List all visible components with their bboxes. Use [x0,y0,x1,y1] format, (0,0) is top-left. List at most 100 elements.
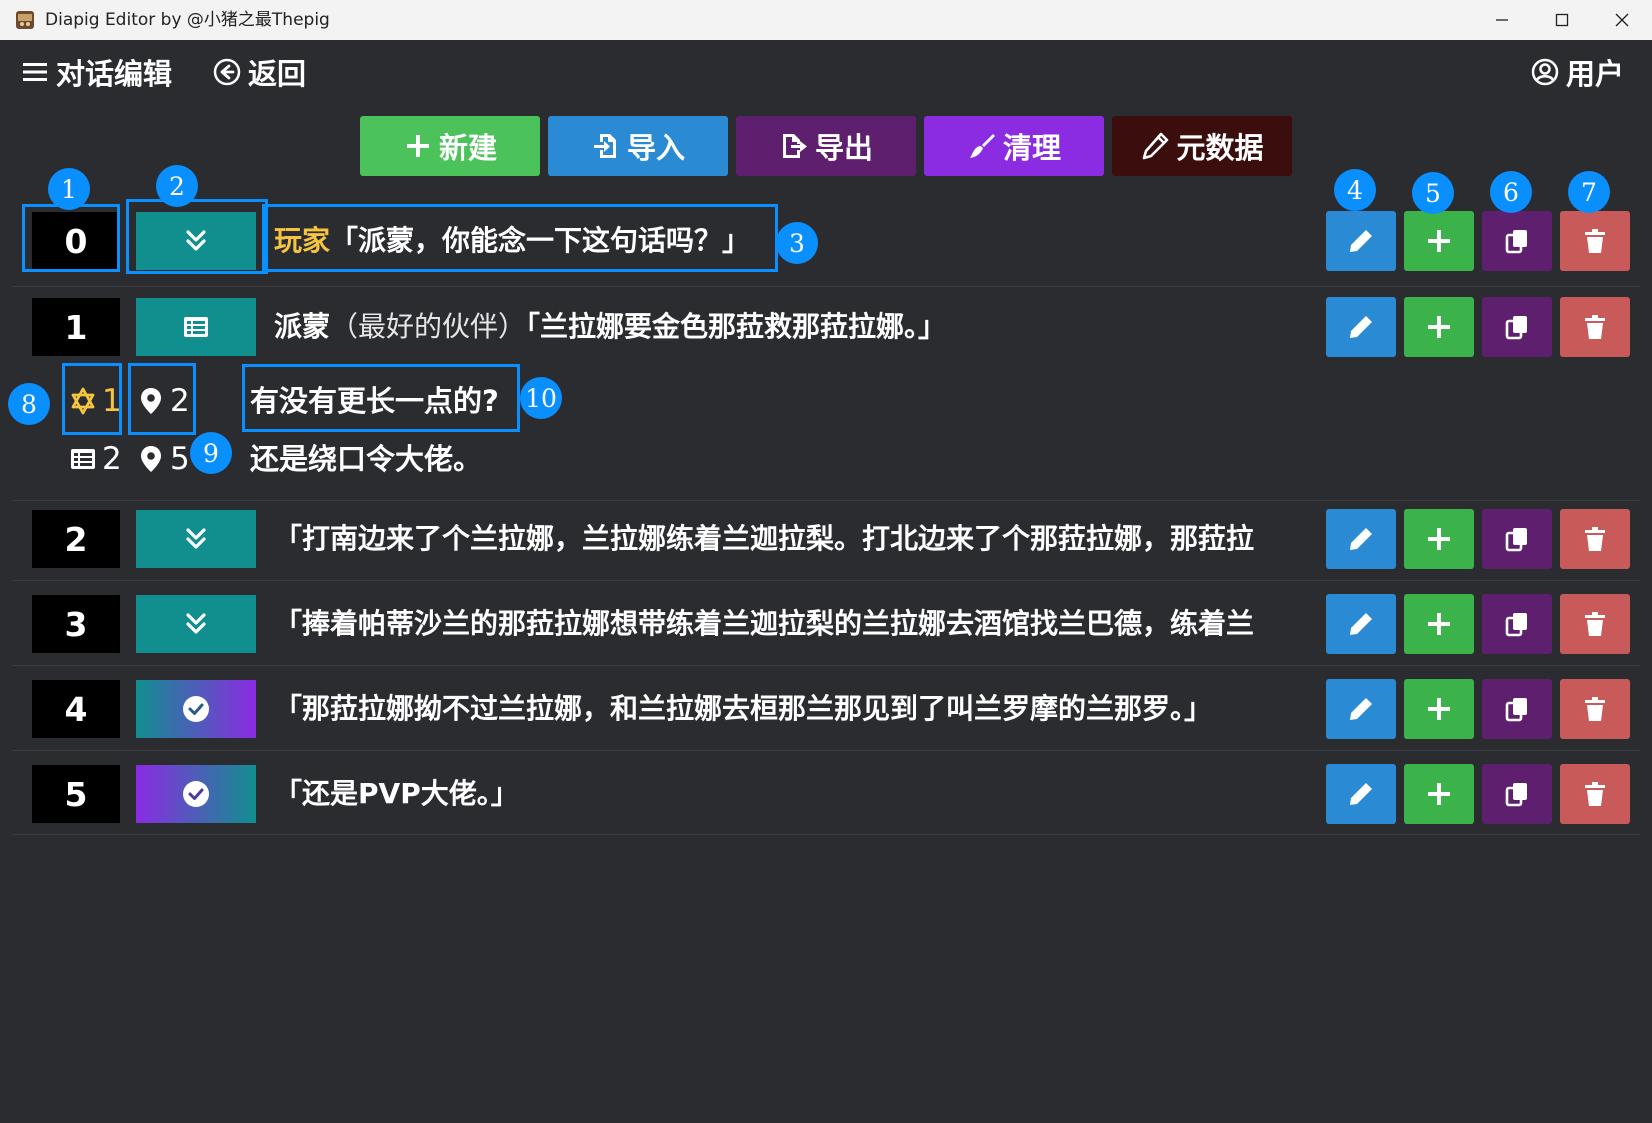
close-button[interactable] [1592,0,1652,40]
row-line-text[interactable]: 派蒙（最好的伙伴）「兰拉娜要金色那菈救那菈拉娜。」 [274,298,1314,356]
plus-icon [406,135,429,157]
row-toggle-button[interactable] [136,765,256,823]
add-button[interactable] [1404,764,1474,824]
copy-icon [1505,698,1527,722]
row-index[interactable]: 3 [32,595,120,653]
option-condition[interactable]: 2 [68,434,122,484]
back-button[interactable]: 返回 [212,50,306,94]
annotation-box-option-text [242,364,520,432]
add-button[interactable] [1404,509,1474,569]
close-icon [1615,13,1629,27]
delete-button[interactable] [1560,679,1630,739]
export-label: 导出 [814,131,873,165]
row-index[interactable]: 5 [32,765,120,823]
top-nav: 对话编辑 返回 用户 [0,40,1652,104]
dialog-row-4: 4 「那菈拉娜拗不过兰拉娜，和兰拉娜去桓那兰那见到了叫兰罗摩的兰那罗。」 [12,665,1640,751]
broom-icon [969,134,995,158]
row-index[interactable]: 2 [32,510,120,568]
row-toggle-button[interactable] [136,298,256,356]
maximize-button[interactable] [1532,0,1592,40]
app-content: 对话编辑 返回 用户 新建 导入 导出 清理 元数据 0 玩家「派蒙，你能念一下… [0,40,1652,1123]
row-toggle-button[interactable] [136,510,256,568]
row-index[interactable]: 1 [32,298,120,356]
import-label[interactable]: 导入 [627,125,685,167]
chevron-double-down-icon [186,528,206,549]
row-line-text[interactable]: 「捧着帕蒂沙兰的那菈拉娜想带练着兰迦拉梨的兰拉娜去酒馆找兰巴德，练着兰 [274,595,1310,653]
copy-icon [1505,613,1527,637]
copy-button[interactable] [1482,679,1552,739]
file-import-icon [593,134,616,158]
add-button[interactable] [1404,297,1474,357]
pencil-icon [1350,316,1372,338]
minimize-button[interactable] [1472,0,1532,40]
edit-button[interactable] [1326,509,1396,569]
annotation-marker-3: 3 [776,222,818,264]
plus-icon [1428,316,1450,338]
speaker-subtitle: （最好的伙伴） [330,310,527,343]
trash-icon [1585,527,1605,551]
annotation-marker-4: 4 [1334,169,1376,211]
annotation-marker-10: 10 [520,377,562,419]
delete-button[interactable] [1560,211,1630,271]
export-button[interactable]: 导出 [736,116,916,176]
trash-icon [1585,229,1605,253]
row-line-text[interactable]: 「打南边来了个兰拉娜，兰拉娜练着兰迦拉梨。打北边来了个那菈拉娜，那菈拉 [274,510,1310,568]
metadata-button[interactable]: 元数据 [1112,116,1292,176]
row-line-text[interactable]: 「那菈拉娜拗不过兰拉娜，和兰拉娜去桓那兰那见到了叫兰罗摩的兰那罗。」 [274,680,1310,738]
annotation-marker-2: 2 [156,165,198,207]
option-jump-target[interactable]: 5 [136,434,190,484]
list-icon [71,449,95,469]
menu-button[interactable]: 对话编辑 [20,50,172,94]
add-button[interactable] [1404,211,1474,271]
row-toggle-button[interactable] [136,595,256,653]
plus-icon [1428,528,1450,550]
copy-button[interactable] [1482,509,1552,569]
add-button[interactable] [1404,679,1474,739]
edit-button[interactable] [1326,594,1396,654]
user-circle-icon [1531,58,1559,86]
user-button[interactable]: 用户 [1530,50,1624,94]
back-label: 返回 [248,57,307,91]
row-index[interactable]: 4 [32,680,120,738]
copy-button[interactable] [1482,594,1552,654]
annotation-marker-7: 7 [1568,171,1610,213]
annotation-box-jump [128,363,196,435]
copy-button[interactable] [1482,297,1552,357]
copy-button[interactable] [1482,764,1552,824]
row-line-text[interactable]: 「还是PVP大佬。」 [274,765,1310,823]
delete-button[interactable] [1560,509,1630,569]
annotation-box-toggle [126,199,268,274]
line-content: 「兰拉娜要金色那菈救那菈拉娜。」 [526,310,947,343]
toolbar: 新建 导入 导出 清理 元数据 [0,116,1652,176]
option-text[interactable]: 还是绕口令大佬。 [250,434,482,484]
maximize-icon [1555,13,1569,27]
add-button[interactable] [1404,594,1474,654]
edit-button[interactable] [1326,211,1396,271]
annotation-box-index [22,204,120,272]
delete-button[interactable] [1560,764,1630,824]
trash-icon [1585,697,1605,721]
pencil-icon [1143,132,1169,160]
pencil-icon [1350,613,1372,635]
minimize-icon [1496,19,1508,21]
check-circle-icon [183,696,209,722]
new-label: 新建 [438,131,497,165]
new-button[interactable]: 新建 [360,116,540,176]
clean-button[interactable]: 清理 [924,116,1104,176]
edit-button[interactable] [1326,679,1396,739]
edit-button[interactable] [1326,297,1396,357]
annotation-box-line-text [262,204,778,272]
edit-button[interactable] [1326,764,1396,824]
copy-button[interactable] [1482,211,1552,271]
delete-button[interactable] [1560,594,1630,654]
delete-button[interactable] [1560,297,1630,357]
row-toggle-button[interactable] [136,680,256,738]
copy-icon [1505,316,1527,340]
window-title: Diapig Editor by @小猪之最Thepig [45,10,330,30]
metadata-label: 元数据 [1176,131,1264,165]
file-export-icon [782,134,807,158]
import-button[interactable]: 导入 [548,116,728,176]
map-marker-icon [141,446,161,472]
trash-icon [1585,782,1605,806]
trash-icon [1585,612,1605,636]
